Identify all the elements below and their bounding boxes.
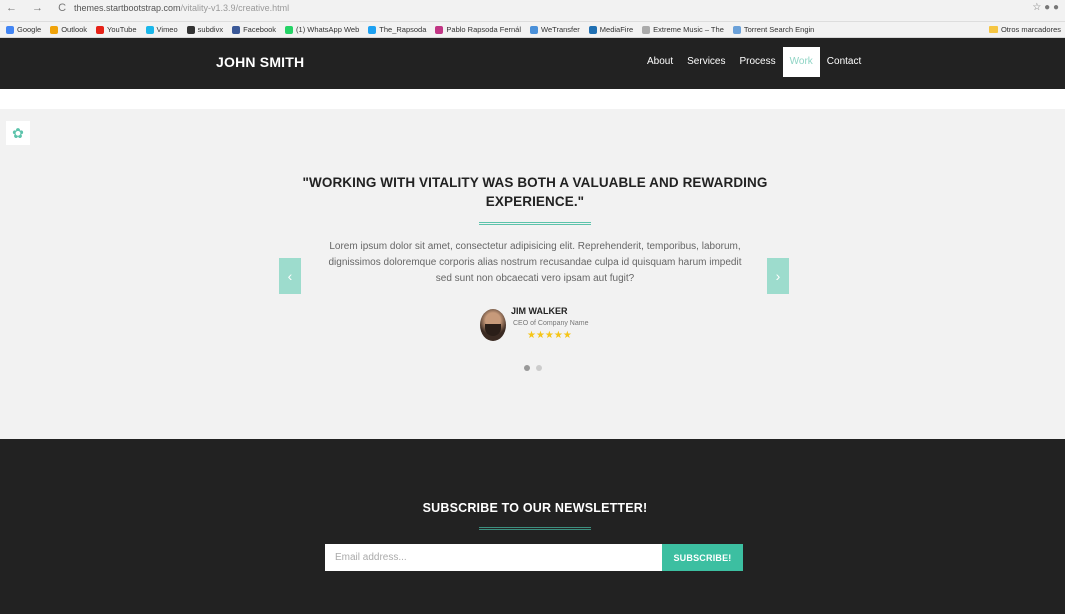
subscribe-button[interactable]: SUBSCRIBE! [662,544,743,571]
star-rating: ★★★★★ [527,330,572,341]
gear-icon[interactable]: ✿ [6,121,30,145]
bookmark-item[interactable]: Outlook [50,25,87,34]
divider [479,222,591,225]
testimonial-quote: "WORKING WITH VITALITY WAS BOTH A VALUAB… [302,175,768,209]
address-bar[interactable]: themes.startbootstrap.com/vitality-v1.3.… [74,3,289,13]
bookmark-label: Google [17,25,42,34]
bookmark-label: The_Rapsoda [379,25,427,34]
author-role: CEO of Company Name [513,320,589,327]
bookmark-label: WeTransfer [541,25,580,34]
bookmark-favicon-icon [530,25,539,34]
bookmark-favicon-icon [186,25,195,34]
bookmark-label: MediaFire [599,25,634,34]
bookmark-favicon-icon [588,25,597,34]
testimonial-text: Lorem ipsum dolor sit amet, consectetur … [328,241,742,284]
bookmark-item[interactable]: Facebook [232,25,276,34]
browser-toolbar: ← → C themes.startbootstrap.com/vitality… [0,0,1065,22]
author-name: JIM WALKER [511,306,568,316]
bookmark-item[interactable]: YouTube [96,25,137,34]
bookmark-item[interactable]: subdivx [186,25,224,34]
carousel-dot[interactable] [524,365,530,371]
nav-menu: About Services Process Work Contact [640,47,868,77]
extension-icons[interactable]: ☆ ● ● [1032,2,1059,13]
nav-item-process[interactable]: Process [733,47,783,77]
bookmarks-bar: Google Outlook YouTube Vimeo subdivx Facebook… [0,22,1065,38]
newsletter-section: SUBSCRIBE TO OUR NEWSLETTER! Email addre… [0,439,1065,614]
bookmark-label: YouTube [107,25,137,34]
browser-nav-buttons[interactable]: ← → C [6,2,72,14]
bookmark-label: Pablo Rapsoda Fernál [446,25,522,34]
newsletter-title: SUBSCRIBE TO OUR NEWSLETTER! [422,501,648,515]
bookmark-favicon-icon [368,25,377,34]
bookmark-item[interactable]: Extreme Music – The [642,25,724,34]
chevron-right-icon: › [775,268,781,284]
nav-item-work[interactable]: Work [782,47,820,77]
bookmark-favicon-icon [435,25,444,34]
carousel-next-button[interactable]: › [767,258,789,294]
bookmark-item[interactable]: Google [6,25,41,34]
bookmark-favicon-icon [285,25,294,34]
bookmark-item[interactable]: (1) WhatsApp Web [285,25,359,34]
carousel-indicators [524,365,548,371]
bookmark-favicon-icon [96,25,105,34]
bookmark-item[interactable]: The_Rapsoda [368,25,426,34]
bookmark-favicon-icon [642,25,651,34]
bookmark-favicon-icon [732,25,741,34]
bookmark-label: Extreme Music – The [653,25,724,34]
brand-logo[interactable]: JOHN SMITH [216,54,304,70]
chevron-left-icon: ‹ [287,268,293,284]
bookmark-item[interactable]: WeTransfer [530,25,580,34]
bookmark-label: Outlook [61,25,88,34]
other-bookmarks-label: Otros marcadores [1000,25,1061,34]
bookmark-favicon-icon [6,25,14,34]
bookmark-label: (1) WhatsApp Web [296,25,360,34]
testimonial-section: ✿ "WORKING WITH VITALITY WAS BOTH A VALU… [0,109,1065,439]
bookmark-label: Torrent Search Engin [743,25,815,34]
bookmark-label: Facebook [243,25,277,34]
email-input[interactable]: Email address... [325,544,662,571]
url-path: /vitality-v1.3.9/creative.html [180,3,290,13]
bookmark-favicon-icon [50,25,59,34]
bookmark-item[interactable]: MediaFire [588,25,634,34]
folder-icon [988,26,998,33]
site-navbar: JOHN SMITH About Services Process Work Conta… [0,38,1065,89]
carousel-prev-button[interactable]: ‹ [279,258,301,294]
bookmark-item[interactable]: Vimeo [145,25,178,34]
bookmark-item[interactable]: Pablo Rapsoda Fernál [435,25,521,34]
bookmark-label: Vimeo [156,25,178,34]
bookmark-label: subdivx [197,25,224,34]
author-avatar [480,309,506,341]
url-host: themes.startbootstrap.com [74,3,181,13]
bookmark-item[interactable]: Torrent Search Engin [732,25,815,34]
nav-item-about[interactable]: About [640,47,680,77]
other-bookmarks[interactable]: Otros marcadores [988,25,1061,34]
bookmark-favicon-icon [145,25,154,34]
carousel-dot[interactable] [536,365,542,371]
nav-item-contact[interactable]: Contact [820,47,868,77]
nav-item-services[interactable]: Services [680,47,732,77]
divider [479,527,591,530]
bookmark-favicon-icon [232,25,241,34]
